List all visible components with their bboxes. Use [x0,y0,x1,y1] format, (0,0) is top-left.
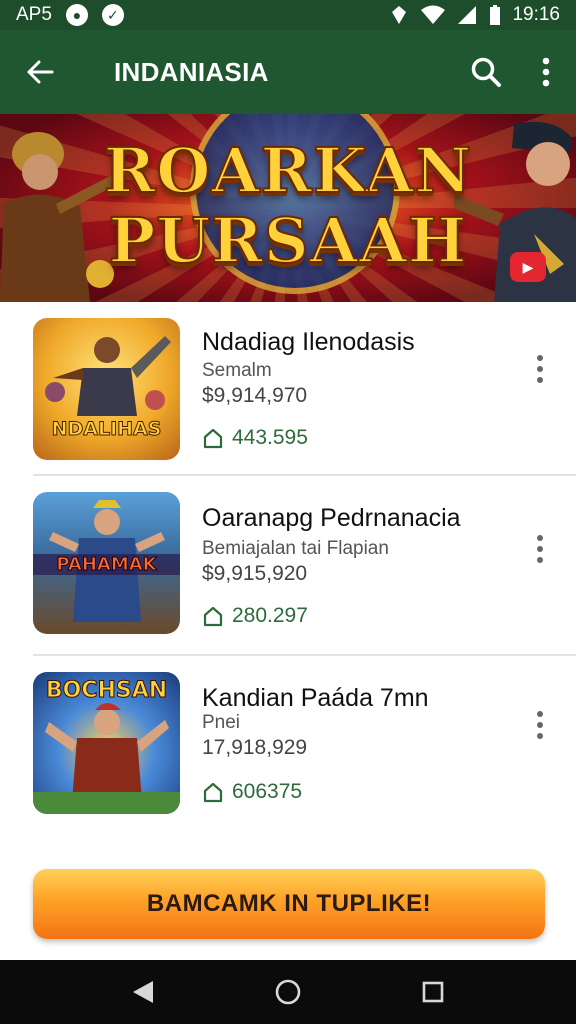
thumbnail-label: NDALIHAS [51,418,162,441]
thumbnail-label: BOCHSAN [45,678,168,704]
play-icon: ▶ [522,258,534,275]
back-button[interactable] [0,30,80,114]
home-outline-icon [203,428,223,449]
item-stat-value: 443.595 [232,426,308,449]
list-item[interactable]: BOCHSAN Kandian Paáda 7mn Pnei 17,918,92… [0,656,576,830]
home-outline-icon [203,606,223,627]
signal-icon [458,6,477,24]
check-icon: ✓ [101,4,124,26]
game-thumbnail: BOCHSAN [33,672,180,814]
status-bar: AP5 ● ✓ 19:16 [0,0,576,30]
game-thumbnail: NDALIHAS [33,318,180,460]
item-stat-value: 280.297 [232,604,308,627]
item-more-button[interactable] [524,524,556,574]
triangle-back-icon [132,981,153,1003]
search-icon [471,57,501,87]
wifi-icon [421,5,446,24]
notification-icon: ● [65,4,88,26]
item-title: Kandian Paáda 7mn [202,684,429,712]
game-thumbnail: PAHAMAK [33,492,180,634]
status-time: 19:16 [512,4,560,25]
banner-title-line1: ROARKAN [103,133,473,208]
more-dot [537,535,543,541]
list-item[interactable]: NDALIHAS Ndadiag Ilenodasis Semalm $9,91… [0,302,576,476]
battery-icon [490,5,501,25]
item-stat-value: 606375 [232,780,303,803]
play-badge[interactable]: ▶ [510,252,546,282]
more-dot [537,355,543,361]
more-dot [537,711,543,717]
more-dot [537,722,543,728]
home-outline-icon [203,782,223,803]
app-bar: INDANIASIA [0,30,576,114]
item-price: 17,918,929 [202,736,308,759]
system-nav-bar [0,960,576,1024]
thumbnail-label: PAHAMAK [33,554,180,576]
cta-button[interactable]: BAMCAMK IN TUPLIKE! [33,869,545,939]
item-stat: 280.297 [202,604,308,628]
item-price: $9,914,970 [202,384,308,407]
arrow-left-icon [27,60,54,84]
item-price: $9,915,920 [202,562,308,585]
item-title: Ndadiag Ilenodasis [202,328,415,356]
more-dot [537,377,543,383]
nav-home-button[interactable] [258,962,318,1022]
item-more-button[interactable] [524,700,556,750]
item-more-button[interactable] [524,344,556,394]
promo-banner[interactable]: ROARKAN PURSAAH ▶ [0,114,576,302]
overflow-menu-button[interactable] [516,30,576,114]
item-title: Oaranapg Pedrnanacia [202,504,461,532]
page-title: INDANIASIA [114,56,269,87]
circle-home-icon [275,979,301,1005]
status-carrier-text: AP5 [16,4,52,25]
nav-back-button[interactable] [113,962,173,1022]
more-dot [537,366,543,372]
more-dot [537,733,543,739]
item-subtitle: Semalm [202,360,272,381]
square-recents-icon [423,981,444,1003]
more-vertical-icon [542,57,550,87]
item-stat: 443.595 [202,426,308,450]
nav-recents-button[interactable] [403,962,463,1022]
item-subtitle: Pnei [202,712,241,733]
more-dot [537,546,543,552]
banner-title-line2: PURSAAH [108,203,468,278]
search-button[interactable] [456,30,516,114]
location-icon [392,6,407,24]
item-subtitle: Bemiajalan tai Flapian [202,538,389,559]
list-item[interactable]: PAHAMAK Oaranapg Pedrnanacia Bemiajalan … [0,476,576,650]
more-dot [537,557,543,563]
item-stat: 606375 [202,780,302,804]
